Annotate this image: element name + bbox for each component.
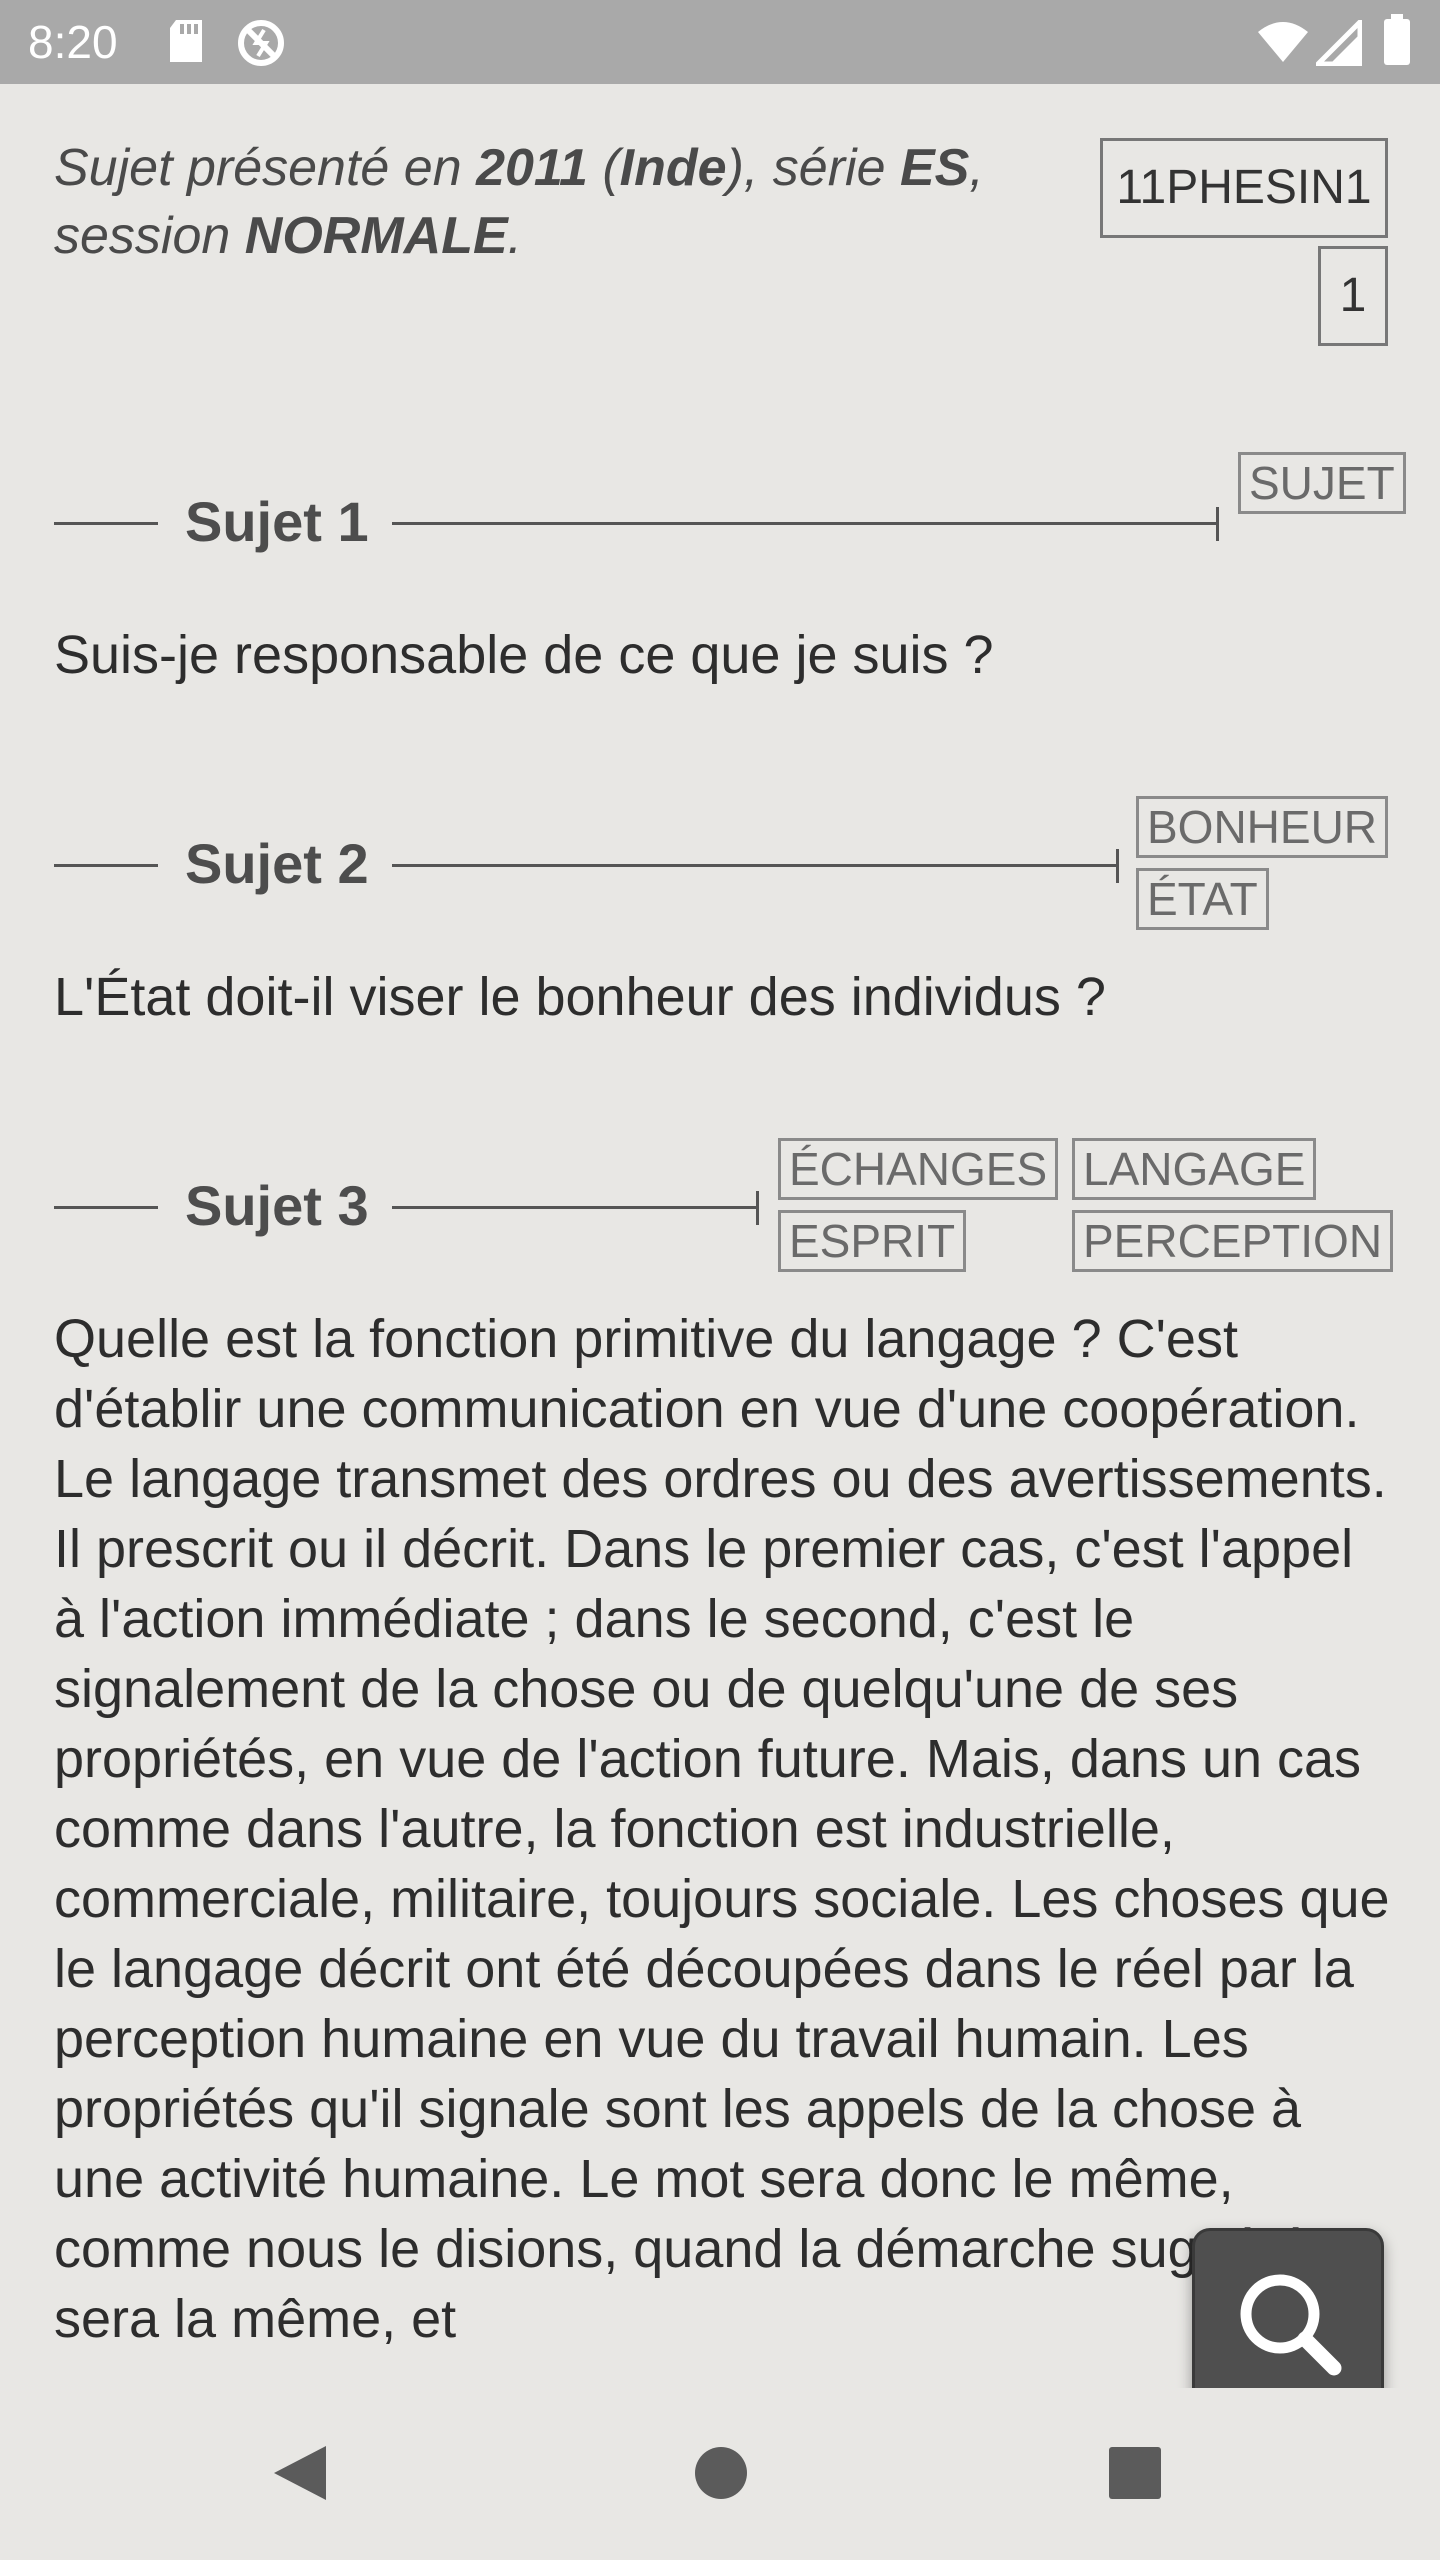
sujet-1-title: Sujet 1 [185,490,369,553]
sujet-3-passage: Quelle est la fonction primitive du lang… [54,1309,1390,2349]
tag-esprit[interactable]: ESPRIT [778,1210,967,1272]
rule-divider [54,1206,158,1209]
intro-series-prefix: ), série [726,139,900,197]
tag-sujet[interactable]: SUJET [1238,452,1406,514]
intro-session: NORMALE [244,207,508,265]
rule-cap [1116,849,1119,883]
rule-divider [392,1206,758,1209]
recents-icon[interactable] [1100,2438,1170,2508]
subject-intro: Sujet présenté en 2011 (Inde), série ES,… [54,134,1014,270]
tag-langage[interactable]: LANGAGE [1072,1138,1317,1200]
navigation-bar [0,2388,1440,2560]
battery-icon [1382,14,1412,71]
rule-cap [756,1191,759,1225]
rule-divider [392,864,1118,867]
intro-series: ES [899,139,970,197]
intro-comma: , [969,139,984,197]
intro-country: Inde [619,139,727,197]
home-icon[interactable] [686,2438,756,2508]
back-icon[interactable] [266,2438,336,2508]
sujet-2-question: L'État doit-il viser le bonheur des indi… [54,967,1106,1027]
sujet-2-title: Sujet 2 [185,832,369,895]
rule-divider [54,522,158,525]
sd-card-icon [166,18,206,69]
tag-bonheur[interactable]: BONHEUR [1136,796,1389,858]
subject-code-tag[interactable]: 11PHESIN1 [1100,138,1388,238]
intro-paren: ( [587,139,620,197]
tag-echanges[interactable]: ÉCHANGES [778,1138,1059,1200]
subject-content[interactable]: Sujet présenté en 2011 (Inde), série ES,… [0,84,1440,2388]
sujet-3-title: Sujet 3 [185,1174,369,1237]
status-time: 8:20 [28,16,118,68]
rule-divider [54,864,158,867]
rule-divider [392,522,1218,525]
sync-disabled-icon [236,18,286,73]
wifi-icon [1256,20,1310,69]
sujet-1-header: Sujet 1 [0,482,1440,562]
tag-etat[interactable]: ÉTAT [1136,868,1269,930]
intro-prefix: Sujet présenté en [54,139,477,197]
intro-session-prefix: session [54,207,245,265]
signal-icon [1311,15,1363,71]
status-bar: 8:20 [0,0,1440,84]
sujet-1-question: Suis-je responsable de ce que je suis ? [54,625,994,685]
subject-number-tag[interactable]: 1 [1318,246,1388,346]
search-icon [1240,2274,1342,2376]
intro-period: . [507,207,523,265]
rule-cap [1216,507,1219,541]
intro-year: 2011 [476,139,588,197]
tag-perception[interactable]: PERCEPTION [1072,1210,1394,1272]
search-button[interactable] [1192,2228,1384,2388]
